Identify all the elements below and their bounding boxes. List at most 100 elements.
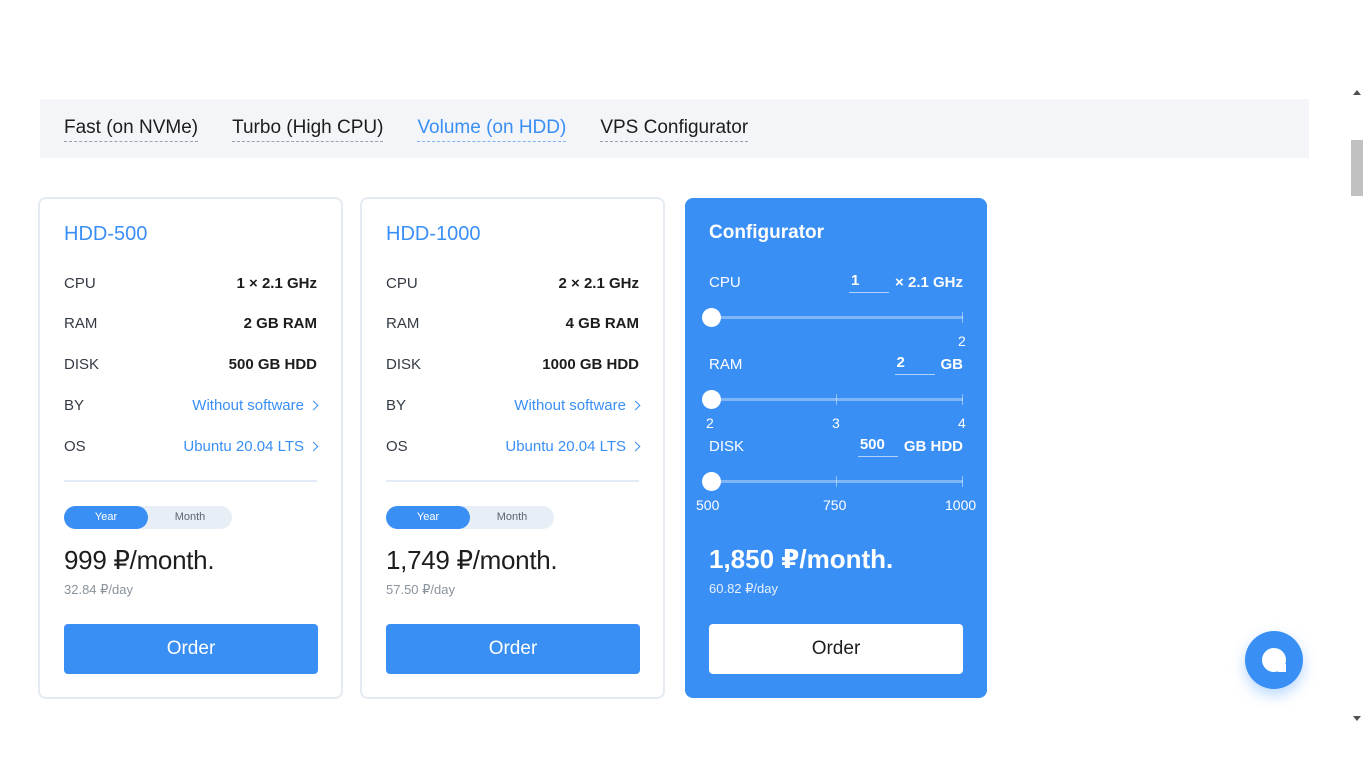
plan-title: HDD-500 xyxy=(64,223,148,245)
chat-bubble-tail xyxy=(1278,664,1286,672)
tab-volume-hdd[interactable]: Volume (on HDD) xyxy=(417,116,567,142)
order-button[interactable]: Order xyxy=(64,624,318,674)
software-value[interactable]: Without software xyxy=(192,397,304,414)
cpu-unit: × 2.1 GHz xyxy=(895,273,963,291)
chevron-right-icon xyxy=(308,400,319,410)
ram-row: RAM 2 GB xyxy=(709,352,963,376)
software-value[interactable]: Without software xyxy=(514,397,626,414)
ram-tick-label: 4 xyxy=(958,415,966,431)
ram-unit: GB xyxy=(940,355,964,373)
tab-fast-nvme[interactable]: Fast (on NVMe) xyxy=(64,116,199,142)
ram-tick-label: 3 xyxy=(832,415,840,431)
disk-input[interactable]: 500 xyxy=(857,435,898,457)
daily-price: 57.50 ₽/day xyxy=(386,582,455,597)
slider-tick xyxy=(836,394,837,405)
software-select-link[interactable]: Without software xyxy=(514,397,641,414)
toggle-year[interactable]: Year xyxy=(64,506,148,529)
chat-widget-button[interactable] xyxy=(1245,631,1303,689)
spec-row-os: OS Ubuntu 20.04 LTS xyxy=(386,436,641,456)
spec-label: DISK xyxy=(64,355,100,373)
plan-card-hdd-1000: HDD-1000 CPU 2 × 2.1 GHz RAM 4 GB RAM DI… xyxy=(360,197,665,699)
scroll-thumb[interactable] xyxy=(1351,140,1363,196)
spec-row-ram: RAM 4 GB RAM xyxy=(386,313,639,333)
configurator-daily-price: 60.82 ₽/day xyxy=(709,581,778,596)
spec-label: BY xyxy=(386,396,407,414)
spec-row-os: OS Ubuntu 20.04 LTS xyxy=(64,436,319,456)
ram-slider-handle[interactable] xyxy=(702,390,721,409)
ram-slider[interactable] xyxy=(702,390,963,409)
spec-label: RAM xyxy=(386,314,420,332)
cpu-input[interactable]: 1 xyxy=(849,271,890,293)
cpu-label: CPU xyxy=(709,273,741,291)
disk-slider-handle[interactable] xyxy=(702,472,721,491)
spec-row-ram: RAM 2 GB RAM xyxy=(64,313,317,333)
spec-row-software: BY Without software xyxy=(64,395,319,415)
spec-row-cpu: CPU 1 × 2.1 GHz xyxy=(64,273,317,293)
configurator-card: Configurator CPU 1 × 2.1 GHz 2 RAM 2 GB … xyxy=(685,198,987,698)
plan-card-hdd-500: HDD-500 CPU 1 × 2.1 GHz RAM 2 GB RAM DIS… xyxy=(38,197,343,699)
os-select-link[interactable]: Ubuntu 20.04 LTS xyxy=(505,438,641,455)
toggle-month[interactable]: Month xyxy=(470,506,554,529)
spec-value: 4 GB RAM xyxy=(565,314,639,332)
disk-unit: GB HDD xyxy=(903,437,963,455)
configurator-monthly-price: 1,850 ₽/month. xyxy=(709,544,894,574)
ram-label: RAM xyxy=(709,355,743,373)
configurator-order-button[interactable]: Order xyxy=(709,624,963,674)
spec-label: CPU xyxy=(386,274,418,292)
chevron-right-icon xyxy=(308,441,319,451)
cpu-slider-handle[interactable] xyxy=(702,308,721,327)
monthly-price: 1,749 ₽/month. xyxy=(386,545,558,575)
spec-value: 1000 GB HDD xyxy=(542,355,639,373)
toggle-year[interactable]: Year xyxy=(386,506,470,529)
spec-row-disk: DISK 500 GB HDD xyxy=(64,354,317,374)
toggle-month[interactable]: Month xyxy=(148,506,232,529)
spec-label: BY xyxy=(64,396,85,414)
os-value[interactable]: Ubuntu 20.04 LTS xyxy=(505,438,626,455)
ram-tick-label: 2 xyxy=(706,415,714,431)
spec-label: OS xyxy=(386,437,408,455)
divider xyxy=(386,480,639,482)
order-button[interactable]: Order xyxy=(386,624,640,674)
spec-value: 2 GB RAM xyxy=(243,314,317,332)
divider xyxy=(64,480,317,482)
billing-period-toggle[interactable]: Year Month xyxy=(386,506,554,529)
spec-label: OS xyxy=(64,437,86,455)
slider-tick xyxy=(962,394,963,405)
cpu-row: CPU 1 × 2.1 GHz xyxy=(709,270,963,294)
daily-price: 32.84 ₽/day xyxy=(64,582,133,597)
plan-title: HDD-1000 xyxy=(386,223,481,245)
cpu-slider[interactable] xyxy=(702,308,963,327)
spec-row-disk: DISK 1000 GB HDD xyxy=(386,354,639,374)
disk-tick-label: 500 xyxy=(696,497,720,513)
cpu-tick-label: 2 xyxy=(958,333,966,349)
spec-value: 2 × 2.1 GHz xyxy=(558,274,639,292)
disk-row: DISK 500 GB HDD xyxy=(709,434,963,458)
scroll-down-arrow-icon[interactable] xyxy=(1353,716,1361,721)
spec-label: CPU xyxy=(64,274,96,292)
configurator-title: Configurator xyxy=(709,222,825,243)
slider-tick xyxy=(962,312,963,323)
disk-tick-label: 1000 xyxy=(945,497,977,513)
spec-row-cpu: CPU 2 × 2.1 GHz xyxy=(386,273,639,293)
ram-input[interactable]: 2 xyxy=(894,353,935,375)
spec-value: 500 GB HDD xyxy=(228,355,317,373)
disk-tick-label: 750 xyxy=(823,497,847,513)
scroll-up-arrow-icon[interactable] xyxy=(1353,90,1361,95)
software-select-link[interactable]: Without software xyxy=(192,397,319,414)
os-value[interactable]: Ubuntu 20.04 LTS xyxy=(183,438,304,455)
disk-label: DISK xyxy=(709,437,745,455)
spec-row-software: BY Without software xyxy=(386,395,641,415)
chevron-right-icon xyxy=(630,441,641,451)
billing-period-toggle[interactable]: Year Month xyxy=(64,506,232,529)
spec-value: 1 × 2.1 GHz xyxy=(236,274,317,292)
slider-tick xyxy=(962,476,963,487)
plan-tabs: Fast (on NVMe) Turbo (High CPU) Volume (… xyxy=(40,99,1309,158)
tab-vps-configurator[interactable]: VPS Configurator xyxy=(600,116,749,142)
os-select-link[interactable]: Ubuntu 20.04 LTS xyxy=(183,438,319,455)
tab-turbo-high-cpu[interactable]: Turbo (High CPU) xyxy=(232,116,384,142)
monthly-price: 999 ₽/month. xyxy=(64,545,215,575)
disk-slider[interactable] xyxy=(702,472,963,491)
slider-tick xyxy=(836,476,837,487)
chevron-right-icon xyxy=(630,400,641,410)
spec-label: DISK xyxy=(386,355,422,373)
